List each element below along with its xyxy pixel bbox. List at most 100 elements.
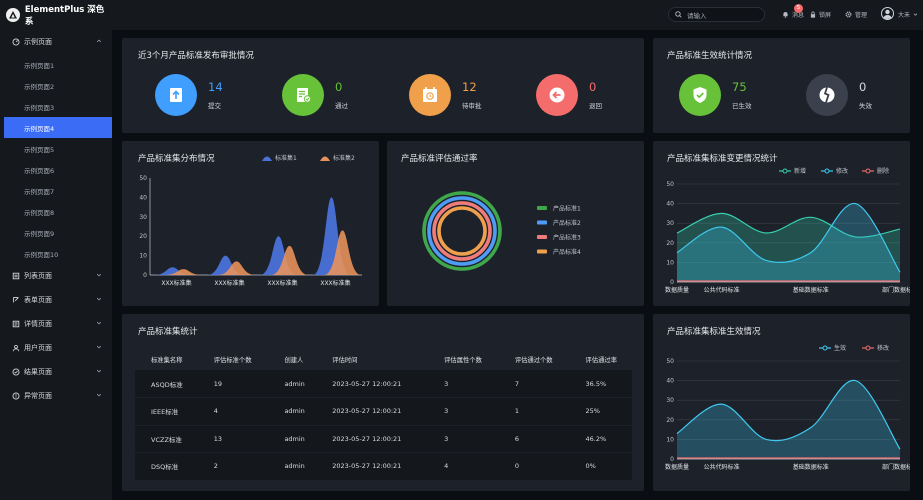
sidebar-group-4[interactable]: 用户页面 bbox=[0, 336, 112, 360]
column-header: 评估标准个数 bbox=[197, 348, 269, 370]
table-row[interactable]: DSQ标准 2 admin 2023-05-27 12:00:21 4 0 0% bbox=[135, 452, 632, 481]
table-cell: 2023-05-27 12:00:21 bbox=[316, 425, 429, 453]
gear-icon bbox=[845, 11, 852, 18]
avatar[interactable] bbox=[881, 7, 894, 20]
y-tick-label: 10 bbox=[666, 259, 674, 266]
sidebar-item-1[interactable]: 示例页面1 bbox=[0, 54, 112, 75]
x-tick-label: 部门数据标准 bbox=[882, 286, 910, 294]
sidebar-group-3[interactable]: 详情页面 bbox=[0, 312, 112, 336]
column-header: 评估时间 bbox=[316, 348, 429, 370]
table-row[interactable]: ASQD标准 19 admin 2023-05-27 12:00:21 3 7 36.5% bbox=[135, 370, 632, 398]
table-cell: admin bbox=[268, 370, 317, 398]
sidebar-item-7[interactable]: 示例页面7 bbox=[0, 180, 112, 201]
distribution-card: 产品标准集分布情况 标准集1 标准集2 0 10 20 30 40 50 XXX标准集 XXX… bbox=[122, 141, 379, 306]
table-row[interactable]: VCZZ标准 13 admin 2023-05-27 12:00:21 3 6 46.2% bbox=[135, 425, 632, 453]
legend-dot bbox=[865, 168, 871, 174]
table-cell: 25% bbox=[569, 397, 632, 426]
table-row[interactable]: IEEE标准 4 admin 2023-05-27 12:00:21 3 1 25% bbox=[135, 397, 632, 426]
user-icon bbox=[12, 344, 20, 352]
stat-value: 75 bbox=[732, 80, 747, 94]
sidebar-item-9[interactable]: 示例页面9 bbox=[0, 222, 112, 243]
distribution-chart: 0 10 20 30 40 50 XXX标准集 XXX标准集 XXX标准集 XXX标准集 bbox=[139, 175, 362, 287]
legend-label: 产品标准1 bbox=[553, 205, 581, 213]
sidebar-group-1[interactable]: 列表页面 bbox=[0, 264, 112, 288]
admin-button[interactable]: 管理 bbox=[845, 10, 867, 19]
stat-label: 待审批 bbox=[462, 102, 482, 110]
effect-stat-0[interactable]: 75 已生效 bbox=[679, 74, 752, 116]
legend-label[interactable]: 删除 bbox=[877, 167, 889, 175]
stat-label: 失效 bbox=[859, 102, 872, 110]
ring-slice-4[interactable] bbox=[437, 206, 487, 256]
legend-marker bbox=[537, 235, 547, 239]
sidebar-group-5[interactable]: 结果页面 bbox=[0, 360, 112, 384]
sidebar-item-2[interactable]: 示例页面2 bbox=[0, 75, 112, 96]
sidebar-item-8[interactable]: 示例页面8 bbox=[0, 201, 112, 222]
shield-check-icon bbox=[679, 74, 721, 116]
top-header: 请输入 消息 5 锁屏 管理 大禾 bbox=[112, 0, 923, 30]
sidebar-item-10[interactable]: 示例页面10 bbox=[0, 243, 112, 264]
effect-stat-1[interactable]: 0 失效 bbox=[806, 74, 872, 116]
sidebar-group-2[interactable]: 表单页面 bbox=[0, 288, 112, 312]
x-tick-label: XXX标准集 bbox=[161, 279, 191, 287]
app-title: ElementPlus 深色系 bbox=[24, 5, 105, 27]
x-tick-label: XXX标准集 bbox=[267, 279, 297, 287]
legend-dot bbox=[824, 168, 830, 174]
approval-stat-3[interactable]: 0 退回 bbox=[536, 74, 602, 116]
legend-label[interactable]: 新增 bbox=[794, 167, 806, 175]
y-tick-label: 30 bbox=[666, 220, 674, 227]
search-icon bbox=[675, 11, 682, 18]
legend-label[interactable]: 生效 bbox=[834, 344, 846, 352]
legend-label[interactable]: 移改 bbox=[877, 344, 889, 352]
effect-title: 产品标准生效统计情况 bbox=[667, 51, 753, 61]
sidebar-item-4[interactable]: 示例页面4 bbox=[4, 117, 112, 138]
user-menu[interactable]: 大禾 bbox=[898, 10, 918, 19]
table-cell: 3 bbox=[428, 425, 499, 453]
table-header-row: 标准集名称 评估标准个数 创建人 评估时间 评估属性个数 评估通过个数 评估通过率 bbox=[135, 348, 632, 370]
sidebar-group-0[interactable]: 示例页面 bbox=[0, 30, 112, 54]
change-chart: 0 10 20 30 40 50 新增 修改 删除数据质量 公共代码标准 基础数据标准 部门数据标准 bbox=[665, 167, 910, 294]
form-icon bbox=[12, 296, 20, 304]
app-logo[interactable]: ElementPlus 深色系 bbox=[0, 0, 112, 30]
approved-doc-icon bbox=[282, 74, 324, 116]
sidebar-item-3[interactable]: 示例页面3 bbox=[0, 96, 112, 117]
ring-slice-3[interactable] bbox=[432, 201, 492, 261]
x-tick-label: 数据质量 bbox=[665, 463, 689, 471]
y-tick-label: 50 bbox=[666, 181, 674, 188]
approval-stat-0[interactable]: 14 提交 bbox=[155, 74, 223, 116]
sidebar-group-6[interactable]: 异常页面 bbox=[0, 384, 112, 408]
change-card: 产品标准集标准变更情况统计 0 10 20 30 40 50 新增 修改 删除 数据质量 公共代码标… bbox=[653, 141, 910, 306]
y-tick-label: 10 bbox=[139, 253, 147, 260]
search-input[interactable]: 请输入 bbox=[668, 7, 765, 22]
stat-value: 14 bbox=[208, 80, 223, 94]
chevron-down-icon bbox=[96, 273, 102, 277]
x-tick-label: 基础数据标准 bbox=[793, 463, 829, 471]
column-header: 标准集名称 bbox=[135, 348, 198, 370]
table-cell: 2 bbox=[197, 452, 269, 481]
approval-stat-1[interactable]: 0 通过 bbox=[282, 74, 348, 116]
chevron-down-icon bbox=[96, 369, 102, 373]
sidebar-group-label: 用户页面 bbox=[24, 344, 52, 352]
table-cell: 4 bbox=[428, 452, 499, 481]
y-tick-label: 0 bbox=[143, 272, 147, 279]
table-cell: 13 bbox=[197, 425, 269, 453]
sidebar-item-5[interactable]: 示例页面5 bbox=[0, 138, 112, 159]
legend-label[interactable]: 修改 bbox=[836, 167, 848, 175]
chevron-down-icon bbox=[96, 321, 102, 325]
x-tick-label: 数据质量 bbox=[665, 286, 689, 294]
column-header: 评估通过率 bbox=[569, 348, 632, 370]
table-cell: 19 bbox=[197, 370, 269, 398]
stat-value: 0 bbox=[335, 80, 343, 94]
approval-stat-2[interactable]: 12 待审批 bbox=[409, 74, 482, 116]
stats-table-card: 产品标准集统计 标准集名称 评估标准个数 创建人 评估时间 评估属性个数 评估通过个数 评估… bbox=[122, 314, 644, 491]
lock-screen-button[interactable]: 锁屏 bbox=[810, 10, 831, 19]
legend-label: 产品标准3 bbox=[553, 234, 581, 242]
table-cell: 7 bbox=[498, 370, 570, 398]
y-tick-label: 20 bbox=[666, 417, 674, 424]
sidebar-item-6[interactable]: 示例页面6 bbox=[0, 159, 112, 180]
column-header: 评估属性个数 bbox=[428, 348, 499, 370]
chevron-down-icon bbox=[96, 345, 102, 349]
y-tick-label: 50 bbox=[666, 358, 674, 365]
table-cell: 6 bbox=[498, 425, 570, 453]
table-cell: IEEE标准 bbox=[135, 397, 198, 426]
table-cell: 1 bbox=[498, 397, 570, 426]
